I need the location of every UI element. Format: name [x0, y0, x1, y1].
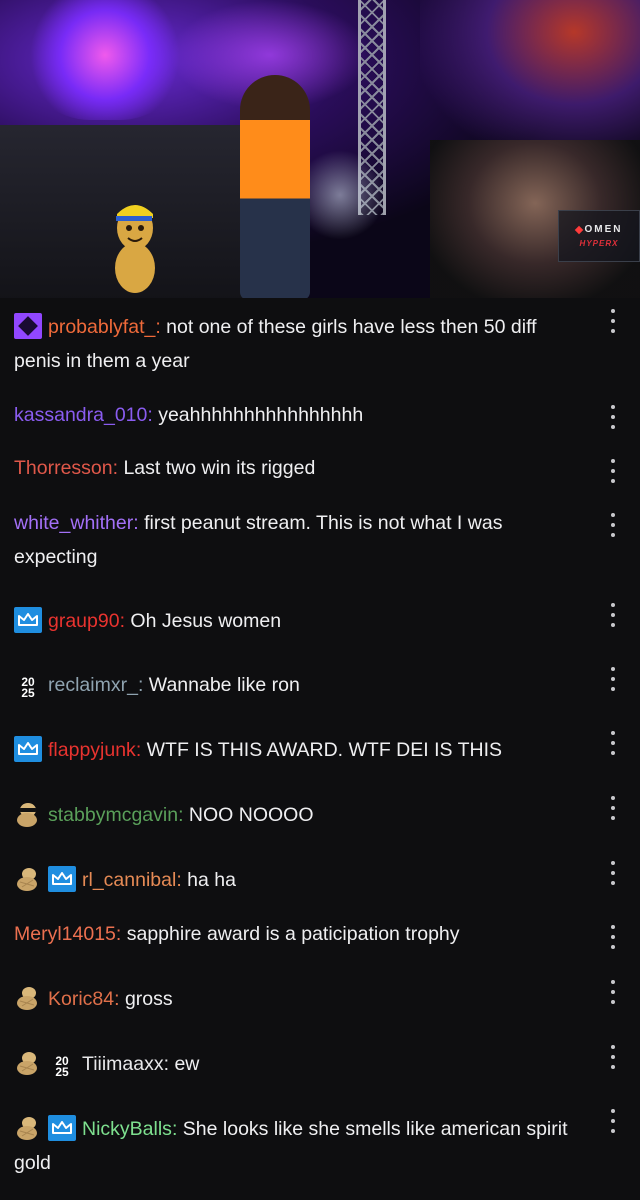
chat-username[interactable]: rl_cannibal	[82, 869, 176, 891]
chat-text: sapphire award is a paticipation trophy	[121, 923, 460, 945]
diamond-badge-icon[interactable]	[14, 313, 42, 339]
chat-username[interactable]: flappyjunk	[48, 739, 136, 761]
stream-video[interactable]: OMEN HYPERX	[0, 0, 640, 298]
chat-text: gross	[119, 988, 173, 1010]
hyperx-logo: HYPERX	[579, 239, 619, 248]
more-options-icon[interactable]	[604, 306, 622, 336]
chat-message: flappyjunk: WTF IS THIS AWARD. WTF DEI I…	[14, 733, 574, 767]
chat-message: 20 25 Tiiimaaxx: ew	[14, 1047, 574, 1081]
chat-message: probablyfat_: not one of these girls hav…	[14, 310, 574, 378]
chat-text: ha ha	[181, 869, 236, 891]
chat-text: Oh Jesus women	[125, 610, 282, 632]
chat-message: Thorresson: Last two win its rigged	[14, 457, 316, 479]
peanut-badge-icon[interactable]	[14, 866, 42, 892]
peanut-mascot-icon	[115, 205, 155, 293]
more-options-icon[interactable]	[604, 402, 622, 432]
more-options-icon[interactable]	[604, 858, 622, 888]
chat-username[interactable]: kassandra_010	[14, 404, 147, 426]
more-options-icon[interactable]	[604, 510, 622, 540]
chat-text: WTF IS THIS AWARD. WTF DEI IS THIS	[141, 739, 502, 761]
chat-text: ew	[169, 1053, 200, 1075]
stage-light	[420, 0, 640, 160]
chat-message: rl_cannibal: ha ha	[14, 863, 574, 897]
chat-panel: probablyfat_: not one of these girls hav…	[0, 298, 640, 1200]
omen-logo: OMEN	[574, 224, 623, 235]
chat-message: 20 25 reclaimxr_: Wannabe like ron	[14, 668, 574, 702]
chat-message: NickyBalls: She looks like she smells li…	[14, 1112, 574, 1180]
chat-text: yeahhhhhhhhhhhhhhhh	[152, 404, 364, 426]
chat-text: Last two win its rigged	[118, 457, 316, 479]
more-options-icon[interactable]	[604, 1106, 622, 1136]
2025-badge-icon[interactable]: 20 25	[48, 1054, 76, 1080]
chat-username[interactable]: stabbymcgavin	[48, 804, 178, 826]
chat-username[interactable]: Thorresson	[14, 457, 113, 479]
chat-username[interactable]: white_whither	[14, 512, 133, 534]
crown-badge-icon[interactable]	[48, 1115, 76, 1141]
2025-badge-icon[interactable]: 20 25	[14, 675, 42, 701]
more-options-icon[interactable]	[604, 728, 622, 758]
chat-message: Koric84: gross	[14, 982, 574, 1016]
performer	[240, 75, 310, 298]
more-options-icon[interactable]	[604, 600, 622, 630]
chat-text: Wannabe like ron	[143, 674, 300, 696]
peanut-sunglasses-badge-icon[interactable]	[14, 801, 42, 827]
chat-message: graup90: Oh Jesus women	[14, 604, 574, 638]
chat-username[interactable]: probablyfat_	[48, 316, 155, 338]
chat-username[interactable]: NickyBalls	[82, 1118, 172, 1140]
more-options-icon[interactable]	[604, 977, 622, 1007]
peanut-badge-icon[interactable]	[14, 985, 42, 1011]
more-options-icon[interactable]	[604, 664, 622, 694]
chat-username[interactable]: reclaimxr_	[48, 674, 138, 696]
chat-text: NOO NOOOO	[183, 804, 314, 826]
chat-username[interactable]: graup90	[48, 610, 120, 632]
peanut-badge-icon[interactable]	[14, 1115, 42, 1141]
chat-message: white_whither: first peanut stream. This…	[14, 512, 503, 568]
crown-badge-icon[interactable]	[48, 866, 76, 892]
peanut-badge-icon[interactable]	[14, 1050, 42, 1076]
chat-username[interactable]: Meryl14015	[14, 923, 116, 945]
chat-username[interactable]: Koric84	[48, 988, 114, 1010]
more-options-icon[interactable]	[604, 793, 622, 823]
stage-light	[30, 0, 180, 120]
sponsor-overlay: OMEN HYPERX	[558, 210, 640, 262]
crown-badge-icon[interactable]	[14, 736, 42, 762]
more-options-icon[interactable]	[604, 456, 622, 486]
more-options-icon[interactable]	[604, 922, 622, 952]
more-options-icon[interactable]	[604, 1042, 622, 1072]
chat-message: stabbymcgavin: NOO NOOOO	[14, 798, 574, 832]
chat-message: Meryl14015: sapphire award is a paticipa…	[14, 923, 460, 945]
crown-badge-icon[interactable]	[14, 607, 42, 633]
chat-username[interactable]: Tiiimaaxx	[82, 1053, 164, 1075]
chat-message: kassandra_010: yeahhhhhhhhhhhhhhhh	[14, 404, 364, 426]
